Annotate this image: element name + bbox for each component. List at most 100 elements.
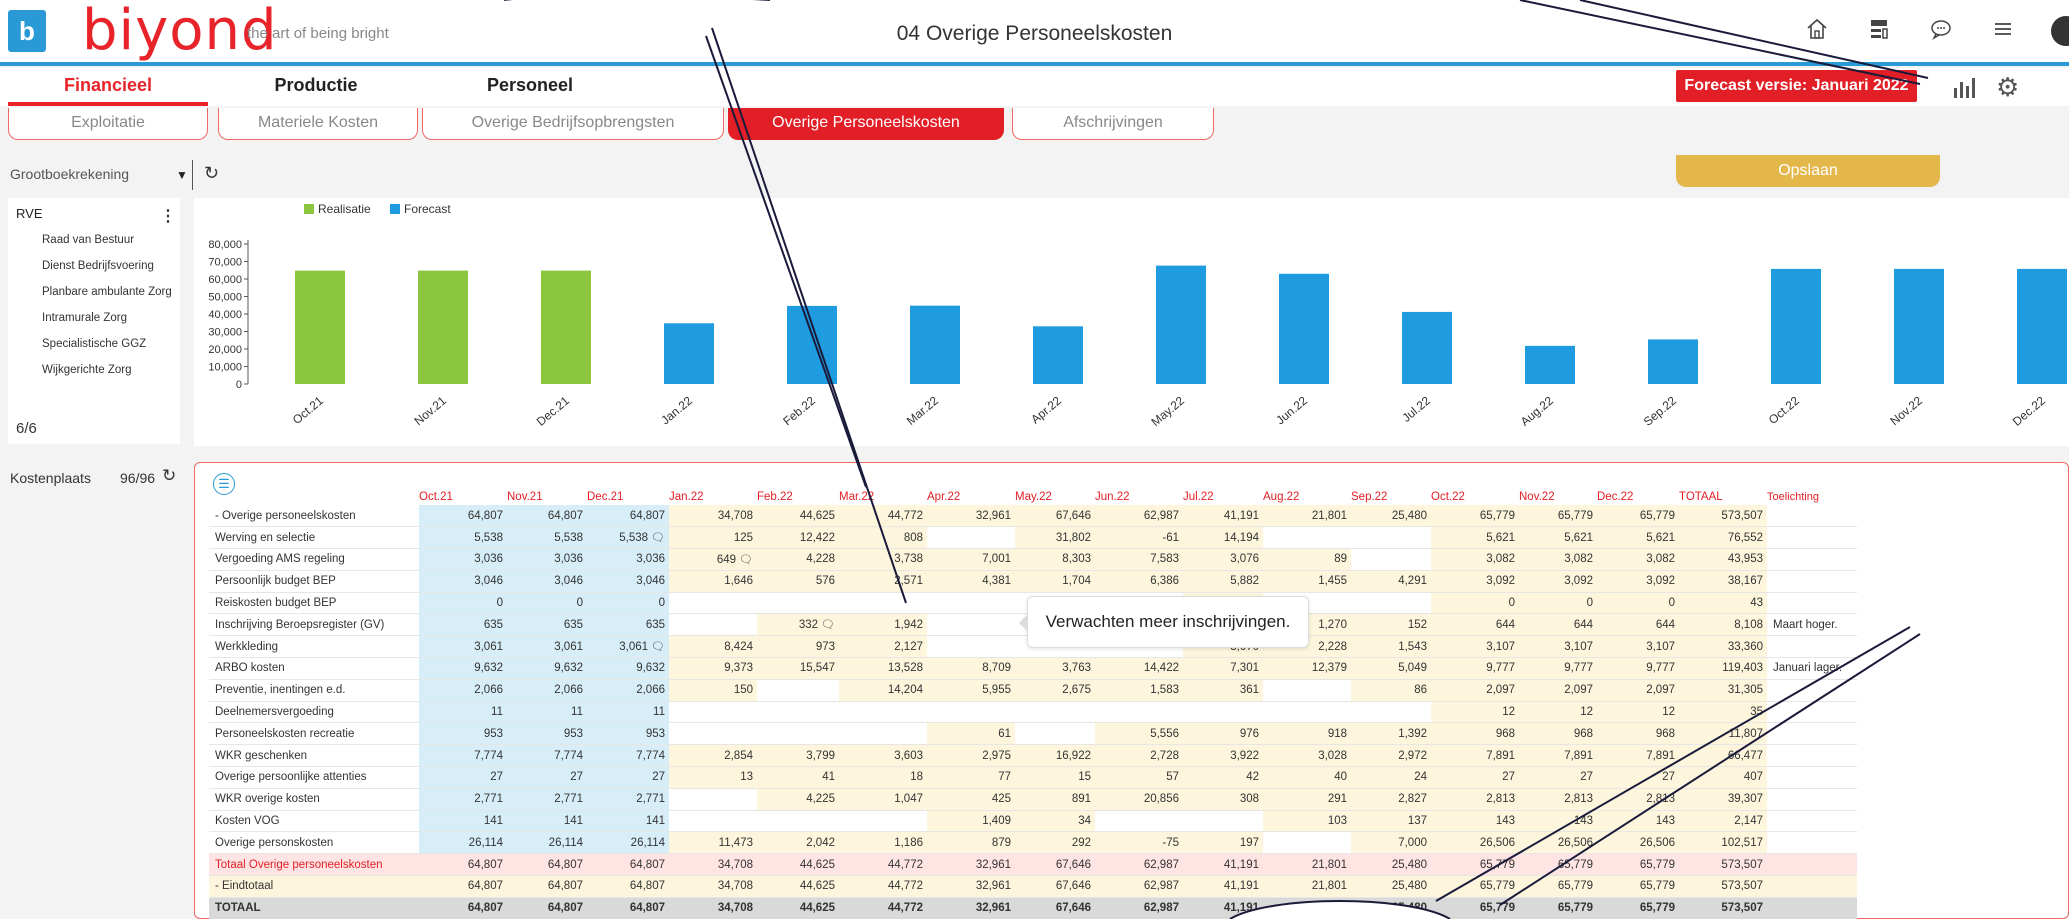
table-cell[interactable]: 649 🗨 bbox=[669, 548, 757, 571]
table-cell[interactable]: 27 bbox=[1519, 766, 1597, 789]
table-cell[interactable]: 65,779 bbox=[1431, 505, 1519, 528]
table-cell[interactable]: 26,506 bbox=[1431, 831, 1519, 855]
table-cell[interactable]: 42 bbox=[1183, 766, 1263, 789]
table-cell[interactable]: 425 bbox=[927, 788, 1015, 811]
table-cell[interactable]: 1,392 bbox=[1351, 722, 1431, 746]
toelichting-cell[interactable] bbox=[1767, 810, 1857, 833]
toelichting-cell[interactable] bbox=[1767, 505, 1857, 528]
table-cell[interactable]: 576 bbox=[757, 570, 839, 593]
row-label[interactable]: - Eindtotaal bbox=[209, 875, 419, 898]
table-cell[interactable]: 7,001 bbox=[927, 548, 1015, 571]
table-cell[interactable]: 2,097 bbox=[1597, 679, 1679, 702]
toelichting-cell[interactable] bbox=[1767, 875, 1857, 898]
table-cell[interactable]: 2,813 bbox=[1597, 788, 1679, 811]
table-cell[interactable]: 14,422 bbox=[1095, 657, 1183, 680]
table-cell[interactable]: 968 bbox=[1519, 722, 1597, 746]
table-cell[interactable]: 968 bbox=[1597, 722, 1679, 746]
refresh-icon[interactable]: ↻ bbox=[162, 466, 176, 486]
table-cell[interactable] bbox=[757, 592, 839, 615]
table-cell[interactable]: 103 bbox=[1263, 810, 1351, 833]
table-cell[interactable]: 14,204 bbox=[839, 679, 927, 702]
table-cell[interactable]: 3,763 bbox=[1015, 657, 1095, 680]
table-cell[interactable]: 291 bbox=[1263, 788, 1351, 811]
table-cell[interactable]: 2,975 bbox=[927, 744, 1015, 768]
table-cell[interactable] bbox=[839, 592, 927, 615]
table-cell[interactable]: 976 bbox=[1183, 722, 1263, 746]
toelichting-cell[interactable] bbox=[1767, 722, 1857, 746]
table-cell[interactable] bbox=[1351, 526, 1431, 550]
table-cell[interactable]: 5,049 bbox=[1351, 657, 1431, 680]
table-cell[interactable]: 8,709 bbox=[927, 657, 1015, 680]
table-cell[interactable]: 3,107 bbox=[1597, 635, 1679, 659]
table-cell[interactable]: 644 bbox=[1431, 613, 1519, 637]
table-cell[interactable]: 644 bbox=[1597, 613, 1679, 637]
table-cell[interactable]: 2,042 bbox=[757, 831, 839, 855]
table-cell[interactable]: 1,047 bbox=[839, 788, 927, 811]
table-cell[interactable]: 27 bbox=[1597, 766, 1679, 789]
toelichting-cell[interactable] bbox=[1767, 831, 1857, 855]
table-cell[interactable]: 32,961 bbox=[927, 505, 1015, 528]
table-cell[interactable]: 5,621 bbox=[1519, 526, 1597, 550]
table-cell[interactable]: 12,379 bbox=[1263, 657, 1351, 680]
grootboek-filter-label[interactable]: Grootboekrekening bbox=[10, 166, 129, 182]
table-cell[interactable]: 1,583 bbox=[1095, 679, 1183, 702]
table-cell[interactable]: 20,856 bbox=[1095, 788, 1183, 811]
table-cell[interactable]: 16,922 bbox=[1015, 744, 1095, 768]
table-cell[interactable]: 2,097 bbox=[1519, 679, 1597, 702]
table-cell[interactable]: 197 bbox=[1183, 831, 1263, 855]
table-cell[interactable]: 5,621 bbox=[1431, 526, 1519, 550]
table-cell[interactable]: 2,127 bbox=[839, 635, 927, 659]
table-cell[interactable] bbox=[1095, 810, 1183, 833]
subtab-materiele-kosten[interactable]: Materiele Kosten bbox=[218, 108, 418, 140]
rve-item[interactable]: Planbare ambulante Zorg bbox=[42, 286, 172, 298]
toelichting-cell[interactable] bbox=[1767, 788, 1857, 811]
more-options-icon[interactable]: ⋮ bbox=[160, 206, 176, 226]
table-cell[interactable]: 0 bbox=[1519, 592, 1597, 615]
table-cell[interactable]: 2,972 bbox=[1351, 744, 1431, 768]
table-cell[interactable]: 308 bbox=[1183, 788, 1263, 811]
forecast-version-badge[interactable]: Forecast versie: Januari 2022 bbox=[1676, 70, 1917, 102]
table-cell[interactable]: 41,191 bbox=[1183, 505, 1263, 528]
table-cell[interactable]: 1,942 bbox=[839, 613, 927, 637]
table-cell[interactable] bbox=[1015, 701, 1095, 724]
table-cell[interactable]: 12 bbox=[1597, 701, 1679, 724]
table-cell[interactable]: 5,621 bbox=[1597, 526, 1679, 550]
layout-icon[interactable] bbox=[1865, 17, 1893, 45]
table-cell[interactable]: 57 bbox=[1095, 766, 1183, 789]
toelichting-cell[interactable] bbox=[1767, 548, 1857, 571]
table-cell[interactable]: 65,779 bbox=[1519, 505, 1597, 528]
table-cell[interactable]: 143 bbox=[1597, 810, 1679, 833]
toelichting-cell[interactable] bbox=[1767, 897, 1857, 919]
table-cell[interactable]: 3,082 bbox=[1519, 548, 1597, 571]
table-cell[interactable] bbox=[757, 701, 839, 724]
table-cell[interactable]: 4,291 bbox=[1351, 570, 1431, 593]
table-cell[interactable]: 21,801 bbox=[1263, 505, 1351, 528]
table-cell[interactable]: 152 bbox=[1351, 613, 1431, 637]
tab-productie[interactable]: Productie bbox=[216, 68, 416, 106]
table-cell[interactable]: 9,777 bbox=[1597, 657, 1679, 680]
table-cell[interactable] bbox=[669, 701, 757, 724]
comment-icon[interactable]: 🗨 bbox=[739, 554, 753, 566]
table-cell[interactable]: 5,955 bbox=[927, 679, 1015, 702]
table-cell[interactable]: 292 bbox=[1015, 831, 1095, 855]
table-cell[interactable]: 150 bbox=[669, 679, 757, 702]
table-cell[interactable]: 62,987 bbox=[1095, 505, 1183, 528]
table-cell[interactable]: 2,675 bbox=[1015, 679, 1095, 702]
toelichting-cell[interactable] bbox=[1767, 635, 1857, 659]
table-cell[interactable]: 40 bbox=[1263, 766, 1351, 789]
table-cell[interactable]: 1,409 bbox=[927, 810, 1015, 833]
table-cell[interactable]: 973 bbox=[757, 635, 839, 659]
table-cell[interactable]: 361 bbox=[1183, 679, 1263, 702]
subtab-exploitatie[interactable]: Exploitatie bbox=[8, 108, 208, 140]
table-cell[interactable]: 34 bbox=[1015, 810, 1095, 833]
table-cell[interactable] bbox=[839, 701, 927, 724]
table-cell[interactable] bbox=[1095, 701, 1183, 724]
table-cell[interactable]: 3,107 bbox=[1431, 635, 1519, 659]
table-cell[interactable]: 24 bbox=[1351, 766, 1431, 789]
subtab-overige-bedrijfsopbrengsten[interactable]: Overige Bedrijfsopbrengsten bbox=[422, 108, 724, 140]
table-cell[interactable]: 6,386 bbox=[1095, 570, 1183, 593]
table-cell[interactable] bbox=[669, 788, 757, 811]
table-cell[interactable] bbox=[757, 722, 839, 746]
table-cell[interactable]: 1,543 bbox=[1351, 635, 1431, 659]
table-cell[interactable] bbox=[927, 701, 1015, 724]
